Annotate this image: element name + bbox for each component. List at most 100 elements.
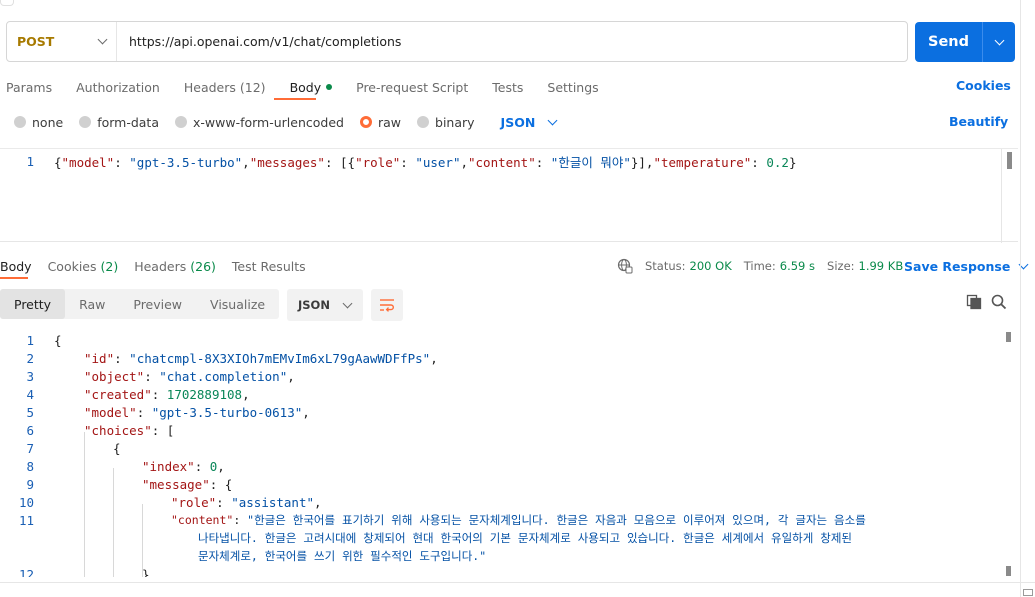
json-key: "temperature" (653, 154, 752, 170)
layout-icon[interactable] (1023, 589, 1033, 596)
beautify-link[interactable]: Beautify (949, 114, 1008, 129)
size-value[interactable]: 1.99 KB (859, 259, 904, 273)
panel-divider (1020, 0, 1021, 597)
punct: : (324, 154, 341, 170)
radio-none[interactable]: none (14, 115, 63, 130)
tab-label: Pre-request Script (356, 79, 469, 95)
json-key: "message" (142, 476, 210, 492)
cookies-link[interactable]: Cookies (956, 78, 1011, 93)
search-icon[interactable] (991, 294, 1007, 310)
punct: , (302, 404, 310, 420)
radio-form-data[interactable]: form-data (79, 115, 159, 130)
window-tab-stub (0, 0, 14, 6)
response-format-label: JSON (298, 298, 330, 312)
line-number: 7 (26, 440, 34, 456)
globe-icon[interactable] (617, 258, 633, 274)
wrap-lines-button[interactable] (371, 289, 403, 321)
time-value[interactable]: 6.59 s (780, 259, 815, 273)
code-line: 5 "model": "gpt-3.5-turbo-0613", (0, 403, 309, 421)
request-body-editor[interactable]: 1 {"model": "gpt-3.5-turbo","messages": … (0, 148, 1018, 243)
view-visualize[interactable]: Visualize (196, 289, 279, 319)
tab-label: Headers (134, 258, 187, 274)
tab-label: Body (0, 258, 32, 274)
status-value[interactable]: 200 OK (690, 259, 732, 273)
punct: : (114, 154, 130, 170)
radio-label: binary (435, 114, 475, 130)
tab-pre-request-script[interactable]: Pre-request Script (356, 80, 468, 95)
indent-guide (84, 432, 85, 577)
json-string: "한글은 한국어를 표기하기 위해 사용되는 문자체계입니다. 한글은 자음과 … (247, 513, 866, 527)
json-brace: { (54, 332, 62, 348)
tab-authorization[interactable]: Authorization (76, 80, 160, 95)
code-line: 6 "choices": [ (0, 421, 174, 439)
response-scrollbar-bottom[interactable] (1006, 566, 1011, 576)
line-number: 1 (26, 153, 34, 169)
tab-tests[interactable]: Tests (492, 80, 523, 95)
tab-headers[interactable]: Headers (12) (184, 80, 266, 95)
tab-response-cookies[interactable]: Cookies (2) (48, 259, 119, 274)
radio-label: none (32, 114, 64, 130)
radio-circle-icon (14, 116, 26, 128)
view-preview[interactable]: Preview (119, 289, 196, 319)
radio-label: x-www-form-urlencoded (193, 114, 344, 130)
punct: , (430, 350, 438, 366)
url-input[interactable]: https://api.openai.com/v1/chat/completio… (117, 34, 907, 49)
response-scrollbar-top[interactable] (1006, 332, 1011, 342)
save-response-button[interactable]: Save Response (904, 257, 1029, 275)
response-meta: Status: 200 OK Time: 6.59 s Size: 1.99 K… (617, 257, 915, 275)
chevron-down-icon (994, 35, 1004, 45)
line-number: 12 (18, 566, 34, 578)
punct: , (287, 368, 295, 384)
radio-raw[interactable]: raw (359, 115, 401, 130)
json-string: "gpt-3.5-turbo" (129, 154, 243, 170)
panel-divider (0, 582, 1035, 583)
radio-binary[interactable]: binary (417, 115, 475, 130)
send-options-dropdown[interactable] (983, 35, 1015, 45)
response-format-select[interactable]: JSON (287, 289, 363, 321)
line-number: 4 (26, 386, 34, 402)
view-raw[interactable]: Raw (65, 289, 119, 319)
tab-label: Authorization (76, 79, 160, 95)
punct: , (217, 458, 225, 474)
request-scrollbar[interactable] (1007, 152, 1012, 169)
json-key: "role" (355, 154, 401, 170)
body-type-options: none form-data x-www-form-urlencoded raw… (14, 113, 558, 131)
line-number: 10 (18, 494, 34, 510)
punct: , (242, 154, 250, 170)
json-string: "gpt-3.5-turbo-0613" (151, 404, 303, 420)
view-pretty[interactable]: Pretty (0, 289, 66, 319)
tab-params[interactable]: Params (6, 80, 52, 95)
line-number: 5 (26, 404, 34, 420)
line-number: 9 (26, 476, 34, 492)
json-brace: { (113, 440, 121, 456)
radio-x-www-form-urlencoded[interactable]: x-www-form-urlencoded (175, 115, 344, 130)
tab-settings[interactable]: Settings (547, 80, 598, 95)
tab-response-headers[interactable]: Headers (26) (134, 259, 216, 274)
json-string: "chat.completion" (159, 368, 288, 384)
body-indicator-dot (326, 84, 333, 90)
request-tabs: Params Authorization Headers (12) Body Pr… (6, 78, 623, 96)
tab-label: Tests (492, 79, 524, 95)
tab-response-body[interactable]: Body (0, 259, 32, 274)
view-mode-toggle: Pretty Raw Preview Visualize (0, 289, 279, 319)
body-format-select[interactable]: JSON (501, 115, 558, 130)
json-brace: } (142, 566, 150, 578)
tab-label: Params (6, 79, 53, 95)
response-body-viewer[interactable]: 1{ 2 "id": "chatcmpl-8X3XIOh7mEMvIm6xL79g… (0, 330, 1018, 577)
tab-test-results[interactable]: Test Results (232, 259, 306, 274)
indent-guide (113, 468, 114, 577)
active-tab-underline (274, 98, 316, 100)
request-code: {"model": "gpt-3.5-turbo","messages": [{… (54, 152, 796, 171)
tab-body[interactable]: Body (290, 80, 333, 95)
copy-icon[interactable] (966, 294, 982, 310)
radio-circle-icon (175, 116, 187, 128)
json-string: "user" (415, 154, 461, 170)
json-key: "model" (61, 154, 115, 170)
method-select[interactable]: POST (7, 22, 117, 61)
json-string: 문자체계로, 한국어를 쓰기 위한 필수적인 도구입니다." (198, 549, 487, 563)
editor-gutter-line (1001, 149, 1002, 243)
json-string: "assistant" (231, 494, 315, 510)
json-key: "choices" (84, 422, 152, 438)
save-response-label: Save Response (904, 258, 1011, 274)
send-button[interactable]: Send (915, 22, 1015, 62)
